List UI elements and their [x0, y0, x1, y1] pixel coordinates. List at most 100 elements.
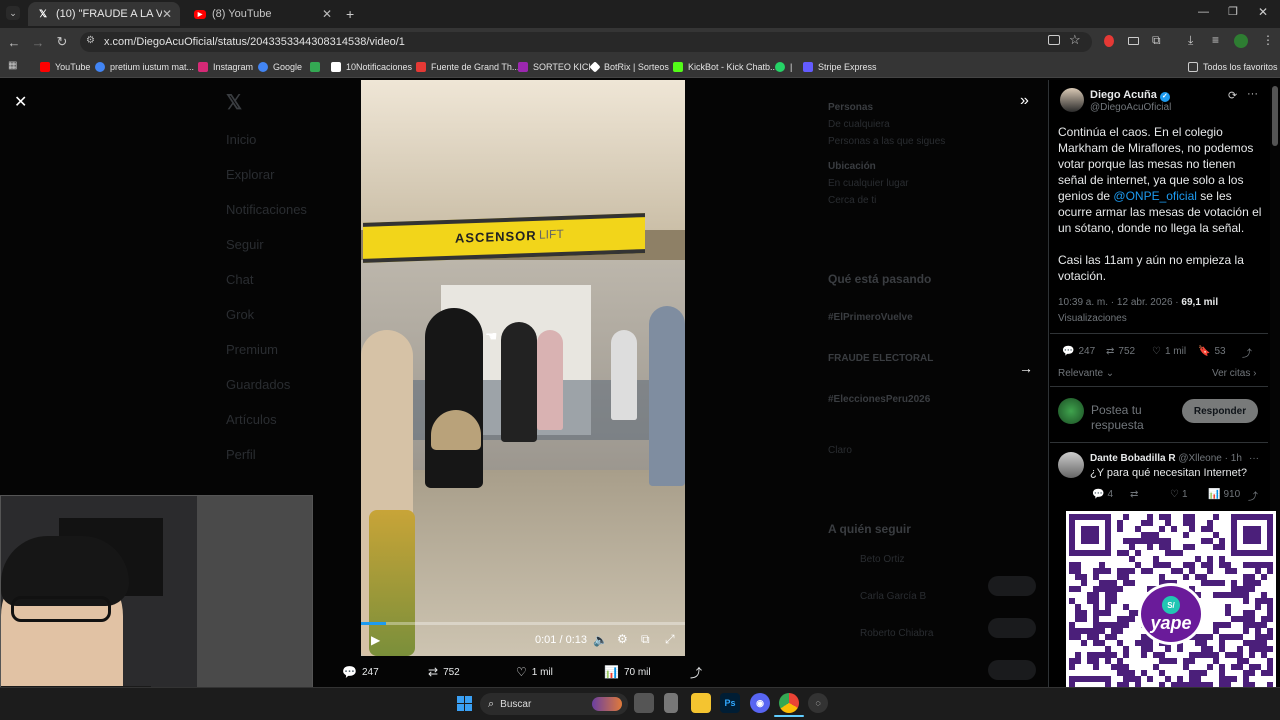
video-progress-track[interactable] — [361, 622, 685, 625]
video-frame-person — [649, 306, 685, 486]
profile-avatar[interactable] — [1234, 34, 1248, 48]
site-info-icon[interactable]: ⚙ — [86, 35, 95, 46]
bookmark-star-icon[interactable]: ☆ — [1069, 32, 1081, 48]
extensions-puzzle-icon[interactable]: ⧉ — [1152, 33, 1161, 48]
view-quotes-link[interactable]: Ver citas › — [1212, 368, 1256, 379]
repost-icon[interactable]: ⇄ — [1130, 489, 1138, 500]
video-player[interactable]: ASCENSOR LIFT ☚ — [361, 80, 685, 656]
bookmark-google[interactable]: Google — [258, 58, 302, 76]
reply-author[interactable]: Dante Bobadilla R @Xlleone · 1h — [1090, 453, 1242, 464]
reply-button[interactable]: Responder — [1182, 399, 1258, 423]
close-media-icon[interactable]: ✕ — [14, 92, 27, 112]
reply-stat-likes[interactable]: ♡ 1 — [1170, 489, 1188, 500]
menu-icon[interactable]: ⋮ — [1262, 33, 1274, 47]
bookmark-youtube[interactable]: YouTube — [40, 58, 90, 76]
taskbar-search[interactable]: ⌕ Buscar — [480, 693, 628, 715]
volume-icon[interactable]: 🔈 — [593, 633, 608, 647]
file-explorer-icon[interactable] — [691, 693, 711, 713]
panel-scrollbar[interactable] — [1272, 86, 1278, 146]
bookmark-kickbot[interactable]: KickBot - Kick Chatb... — [673, 58, 778, 76]
tab-youtube[interactable]: ▶ (8) YouTube ✕ — [186, 2, 340, 26]
new-tab-button[interactable]: + — [346, 6, 354, 22]
chrome-icon[interactable] — [779, 693, 799, 713]
back-icon[interactable]: ← — [6, 34, 22, 50]
stripe-icon — [803, 62, 813, 72]
extension-icon[interactable] — [1128, 37, 1139, 45]
reply-stat-replies[interactable]: 💬 4 — [1092, 489, 1113, 500]
qr-module — [1123, 574, 1129, 580]
app-icon[interactable]: ◌ — [808, 693, 828, 713]
task-view-icon[interactable] — [634, 693, 654, 713]
settings-icon[interactable]: ⚙ — [617, 632, 628, 646]
reply-icon: 💬 — [342, 665, 357, 679]
app-icon[interactable] — [664, 693, 678, 713]
bookmark-botrix[interactable]: BotRix | Sorteos — [589, 58, 669, 76]
more-icon[interactable]: ··· — [1249, 453, 1259, 464]
share-icon[interactable]: ⤴ — [1242, 345, 1252, 360]
download-icon[interactable]: ⤓ — [1188, 33, 1193, 48]
qr-module — [1069, 622, 1075, 628]
reply-author-avatar[interactable] — [1058, 452, 1084, 478]
qr-module — [1267, 634, 1273, 640]
apps-grid-icon[interactable]: ▦ — [8, 60, 17, 71]
forward-icon[interactable]: → — [30, 34, 46, 50]
all-favorites[interactable]: Todos los favoritos — [1188, 58, 1278, 76]
tab-list-button[interactable]: ⌄ — [6, 6, 20, 20]
close-tab-icon[interactable]: ✕ — [162, 7, 172, 21]
bookmark-pinwheel[interactable] — [310, 58, 325, 76]
address-input[interactable]: ⚙ x.com/DiegoAcuOficial/status/204335334… — [80, 32, 1092, 52]
next-media-icon[interactable]: → — [1019, 360, 1033, 376]
minimize-icon[interactable]: — — [1198, 6, 1209, 18]
close-tab-icon[interactable]: ✕ — [322, 7, 332, 21]
stat-bookmarks[interactable]: 🔖 53 — [1198, 346, 1226, 357]
bookmark-stripe[interactable]: Stripe Express — [803, 58, 877, 76]
author-name[interactable]: Diego Acuña ✓ — [1090, 89, 1170, 102]
qr-module — [1099, 628, 1105, 634]
qr-module — [1189, 652, 1195, 658]
pip-icon[interactable]: ⧉ — [641, 632, 650, 647]
share-action[interactable]: ⤴ — [690, 664, 707, 680]
discord-icon[interactable]: ◉ — [750, 693, 770, 713]
qr-module — [1249, 562, 1255, 568]
stat-replies[interactable]: 💬 247 — [1062, 346, 1095, 357]
extension-icon[interactable] — [1104, 35, 1114, 47]
url-text: x.com/DiegoAcuOficial/status/20433533443… — [104, 36, 405, 48]
reload-icon[interactable]: ↻ — [54, 34, 70, 50]
tweet-timestamp: 10:39 a. m. · 12 abr. 2026 · 69,1 mil — [1058, 297, 1219, 308]
sort-relevant[interactable]: Relevante ⌄ — [1058, 368, 1114, 379]
install-app-icon[interactable] — [1048, 35, 1060, 45]
views-action[interactable]: 📊 70 mil — [604, 664, 651, 680]
photoshop-icon[interactable]: Ps — [720, 693, 740, 713]
bookmark-sorteo-kick[interactable]: SORTEO KICK — [518, 58, 594, 76]
bookmark-pretium[interactable]: pretium iustum mat... — [95, 58, 194, 76]
mention-link[interactable]: @ONPE_oficial — [1113, 189, 1197, 203]
reply-stat-views[interactable]: 📊 910 — [1208, 489, 1240, 500]
like-action[interactable]: ♡ 1 mil — [516, 664, 553, 680]
repost-action[interactable]: ⇄ 752 — [428, 664, 460, 680]
play-icon[interactable]: ▶ — [371, 633, 380, 647]
windows-start-icon[interactable] — [454, 693, 474, 713]
author-handle[interactable]: @DiegoAcuOficial — [1090, 102, 1171, 113]
grok-icon[interactable]: ⟳ — [1228, 89, 1237, 102]
bookmark-10notificaciones[interactable]: 10Notificaciones — [331, 58, 412, 76]
stat-likes[interactable]: ♡ 1 mil — [1152, 346, 1186, 357]
reply-action[interactable]: 💬 247 — [342, 664, 379, 680]
bookmark-fuente-gta[interactable]: Fuente de Grand Th... — [416, 58, 519, 76]
media-control-icon[interactable]: ≡ — [1212, 33, 1219, 47]
kick-icon — [518, 62, 528, 72]
qr-module — [1135, 676, 1141, 682]
stat-reposts[interactable]: ⇄ 752 — [1106, 346, 1135, 357]
bookmark-instagram[interactable]: Instagram — [198, 58, 253, 76]
reply-input[interactable]: Postea tu respuesta — [1091, 403, 1175, 433]
bookmark-whatsapp[interactable]: | — [775, 58, 792, 76]
share-icon[interactable]: ⤴ — [1248, 488, 1258, 503]
more-icon[interactable]: ··· — [1247, 88, 1258, 100]
qr-module — [1243, 628, 1249, 634]
qr-module — [1201, 652, 1207, 658]
fullscreen-icon[interactable]: ⤢ — [665, 632, 675, 647]
expand-panel-icon[interactable]: » — [1020, 92, 1029, 110]
close-window-icon[interactable]: ✕ — [1258, 5, 1268, 19]
restore-icon[interactable]: ❐ — [1228, 5, 1238, 18]
author-avatar[interactable] — [1060, 88, 1084, 112]
tab-fraude[interactable]: 𝕏 (10) "FRAUDE A LA VISTA" - Bu ✕ — [28, 2, 180, 26]
